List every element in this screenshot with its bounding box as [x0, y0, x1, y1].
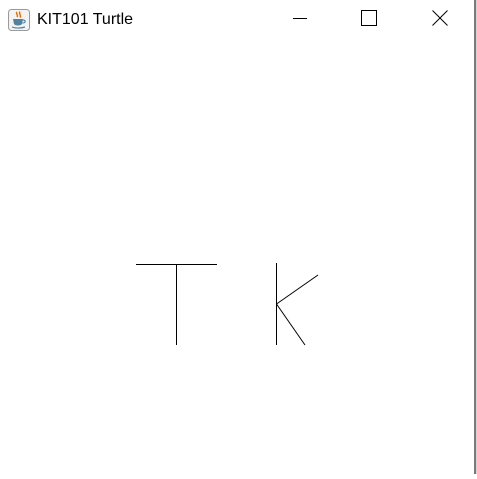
turtle-letter-t [136, 264, 217, 345]
maximize-icon [361, 9, 377, 31]
close-icon [432, 9, 448, 31]
turtle-drawing-canvas [0, 40, 474, 474]
minimize-button[interactable] [277, 0, 323, 40]
java-coffee-cup-icon[interactable] [8, 9, 30, 31]
turtle-letter-k [276, 263, 319, 346]
maximize-button[interactable] [346, 0, 392, 40]
minimize-icon [292, 10, 308, 31]
title-bar[interactable]: KIT101 Turtle [0, 0, 474, 40]
letter-k-upper-arm [276, 274, 319, 305]
window-title: KIT101 Turtle [37, 11, 134, 28]
letter-k-lower-leg [276, 303, 306, 346]
turtle-window: KIT101 Turtle [0, 0, 474, 474]
close-button[interactable] [417, 0, 463, 40]
